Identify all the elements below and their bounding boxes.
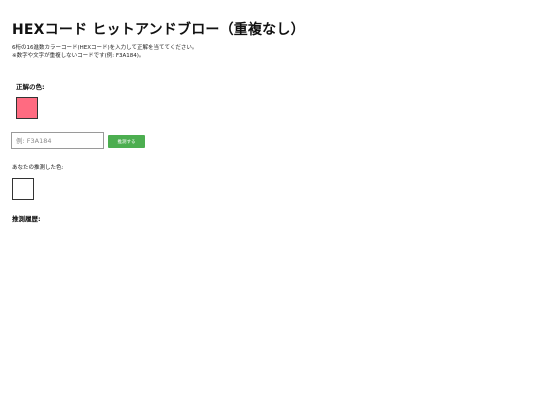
guess-history-label: 推測履歴:	[12, 215, 41, 223]
hex-code-input[interactable]	[11, 132, 104, 149]
your-color-swatch	[12, 178, 34, 200]
instructions-line-2: ※数字や文字が重複しないコードです(例: F3A184)。	[12, 52, 145, 59]
your-color-label: あなたの推測した色:	[12, 165, 64, 171]
answer-color-swatch	[16, 97, 38, 119]
instructions-line-1: 6桁の16進数カラーコード(HEXコード)を入力して正解を当ててください。	[12, 45, 198, 51]
instructions: 6桁の16進数カラーコード(HEXコード)を入力して正解を当ててください。 ※数…	[12, 45, 197, 60]
guess-button[interactable]: 推測する	[108, 135, 145, 148]
page: HEXコード ヒットアンドブロー（重複なし） 6桁の16進数カラーコード(HEX…	[0, 0, 540, 405]
answer-color-label: 正解の色:	[16, 83, 45, 91]
page-title: HEXコード ヒットアンドブロー（重複なし）	[12, 22, 305, 38]
